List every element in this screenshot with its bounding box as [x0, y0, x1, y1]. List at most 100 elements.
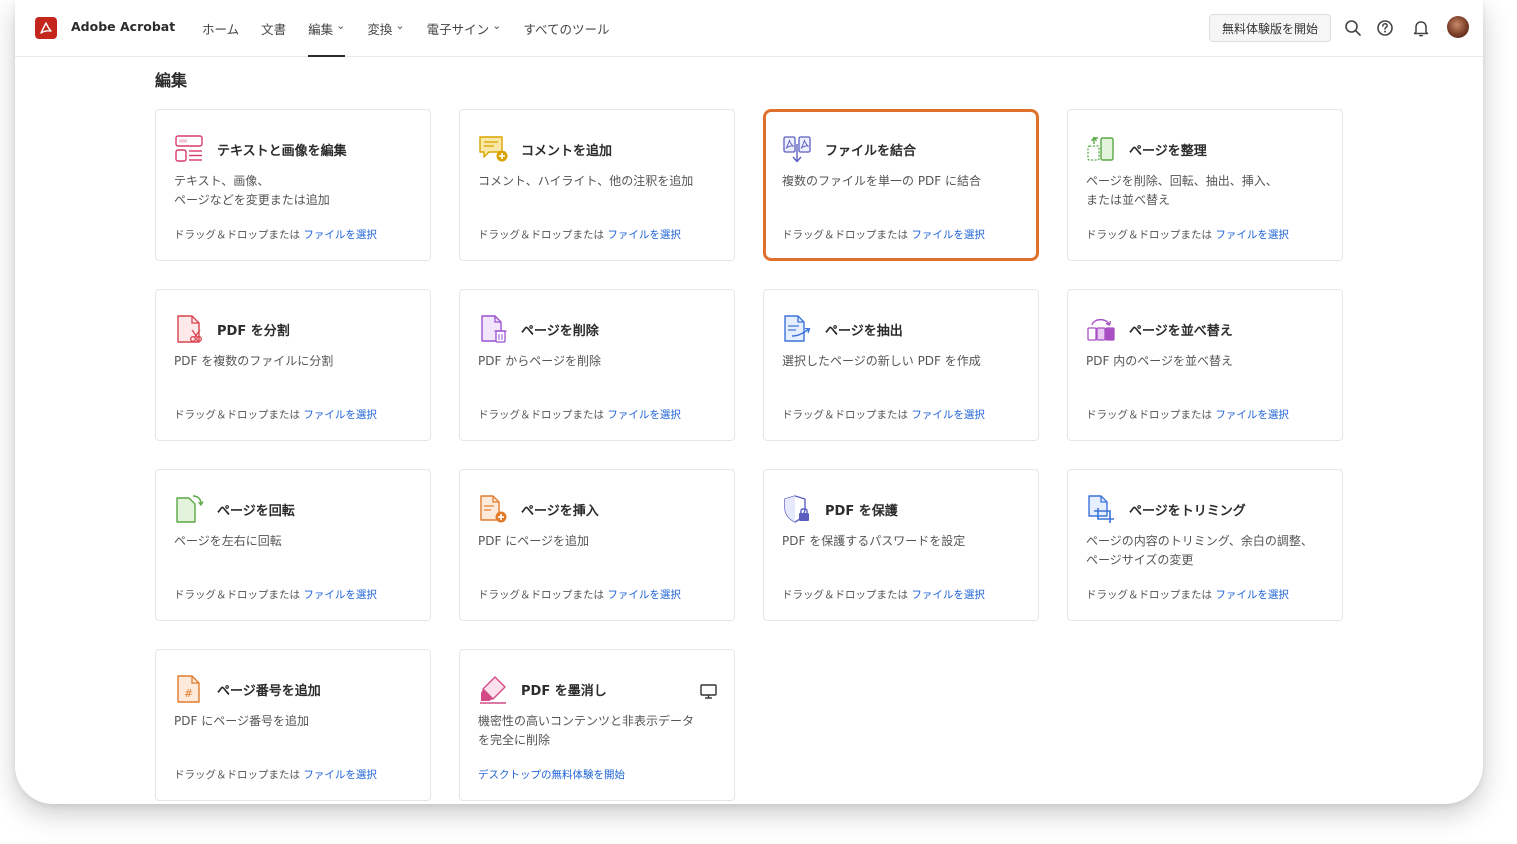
tool-title: ファイルを結合: [825, 144, 917, 159]
drop-zone-text: ドラッグ＆ドロップまたは ファイルを選択: [174, 227, 377, 242]
desktop-trial-link[interactable]: デスクトップの無料体験を開始: [478, 767, 625, 782]
tool-card-combine-files[interactable]: ファイルを結合複数のファイルを単一の PDF に結合 ドラッグ＆ドロップまたは フ…: [763, 109, 1039, 261]
drop-hint: ドラッグ＆ドロップまたは: [782, 229, 912, 241]
drop-hint: ドラッグ＆ドロップまたは: [174, 229, 304, 241]
drop-zone-text: ドラッグ＆ドロップまたは ファイルを選択: [1086, 407, 1289, 422]
tool-card-add-comment[interactable]: コメントを追加 コメント、ハイライト、他の注釈を追加 ドラッグ＆ドロップまたは ファ…: [459, 109, 735, 261]
tool-card-extract-pages[interactable]: ページを抽出選択したページの新しい PDF を作成 ドラッグ＆ドロップまたは ファ…: [763, 289, 1039, 441]
nav-item-4[interactable]: 電子サイン ⌄: [427, 0, 502, 57]
drop-hint: ドラッグ＆ドロップまたは: [1086, 589, 1216, 601]
nav-item-2[interactable]: 編集 ⌄: [308, 0, 346, 57]
tool-title: ページを削除: [521, 324, 599, 339]
add-comment-icon: [478, 134, 508, 164]
drop-zone-text: ドラッグ＆ドロップまたは ファイルを選択: [1086, 587, 1289, 602]
drop-hint: ドラッグ＆ドロップまたは: [174, 409, 304, 421]
extract-pages-icon: [782, 314, 812, 344]
tool-card-protect-pdf[interactable]: PDF を保護 PDF を保護するパスワードを設定 ドラッグ＆ドロップまたは ファイ…: [763, 469, 1039, 621]
tool-card-insert-pages[interactable]: ページを挿入 PDF にページを追加 ドラッグ＆ドロップまたは ファイルを選択: [459, 469, 735, 621]
select-file-link[interactable]: ファイルを選択: [1215, 229, 1289, 241]
crop-pages-icon: [1086, 494, 1116, 524]
tool-description: PDF を複数のファイルに分割: [174, 354, 334, 368]
tool-title: ページ番号を追加: [217, 684, 321, 699]
tool-title: ページを並べ替え: [1129, 324, 1233, 339]
drop-zone-text: ドラッグ＆ドロップまたは ファイルを選択: [1086, 227, 1289, 242]
tool-card-split-pdf[interactable]: PDF を分割 PDF を複数のファイルに分割 ドラッグ＆ドロップまたは ファイルを…: [155, 289, 431, 441]
tool-card-page-numbers[interactable]: # ページ番号を追加 PDF にページ番号を追加 ドラッグ＆ドロップまたは ファイルを…: [155, 649, 431, 801]
nav-item-label: 文書: [261, 22, 287, 37]
tool-title: テキストと画像を編集: [217, 144, 347, 159]
tool-description: ページを左右に回転: [174, 534, 282, 548]
nav-item-label: 変換: [367, 22, 393, 37]
drop-hint: ドラッグ＆ドロップまたは: [1086, 229, 1216, 241]
app-window: Adobe Acrobat ホーム 文書 編集 ⌄ 変換 ⌄ 電子サイン ⌄ すべてのツール 無…: [15, 0, 1483, 804]
desktop-monitor-icon: [700, 684, 717, 699]
select-file-link[interactable]: ファイルを選択: [1215, 589, 1289, 601]
drop-hint: ドラッグ＆ドロップまたは: [782, 409, 912, 421]
tool-description: PDF にページ番号を追加: [174, 714, 309, 728]
drop-zone-text: ドラッグ＆ドロップまたは ファイルを選択: [478, 407, 681, 422]
combine-files-icon: [782, 134, 812, 164]
tool-title: ページを回転: [217, 504, 295, 519]
tool-card-edit-text-image[interactable]: テキストと画像を編集テキスト、画像、 ページなどを変更または追加ドラッグ＆ドロップ…: [155, 109, 431, 261]
help-icon[interactable]: [1375, 18, 1395, 38]
select-file-link[interactable]: ファイルを選択: [911, 229, 985, 241]
tool-title: PDF を保護: [825, 504, 898, 519]
drop-hint: ドラッグ＆ドロップまたは: [478, 589, 608, 601]
select-file-link[interactable]: ファイルを選択: [607, 589, 681, 601]
drop-zone-text: ドラッグ＆ドロップまたは ファイルを選択: [478, 587, 681, 602]
drop-zone-text: ドラッグ＆ドロップまたは ファイルを選択: [174, 587, 377, 602]
tool-card-rotate-pages[interactable]: ページを回転ページを左右に回転ドラッグ＆ドロップまたは ファイルを選択: [155, 469, 431, 621]
search-icon[interactable]: [1343, 18, 1363, 38]
select-file-link[interactable]: ファイルを選択: [303, 409, 377, 421]
tool-description: 選択したページの新しい PDF を作成: [782, 354, 981, 368]
edit-text-image-icon: [174, 134, 204, 164]
nav-item-5[interactable]: すべてのツール: [523, 0, 609, 57]
tool-card-delete-pages[interactable]: ページを削除 PDF からページを削除ドラッグ＆ドロップまたは ファイルを選択: [459, 289, 735, 441]
acrobat-logo-icon[interactable]: [35, 17, 57, 39]
reorder-pages-icon: [1086, 314, 1116, 344]
drop-zone-text: ドラッグ＆ドロップまたは ファイルを選択: [478, 227, 681, 242]
protect-pdf-icon: [782, 494, 812, 524]
drop-hint: ドラッグ＆ドロップまたは: [782, 589, 912, 601]
start-trial-button[interactable]: 無料体験版を開始: [1209, 14, 1331, 42]
select-file-link[interactable]: ファイルを選択: [911, 589, 985, 601]
nav-item-3[interactable]: 変換 ⌄: [367, 0, 404, 57]
tool-title: PDF を墨消し: [521, 684, 607, 699]
tool-card-redact-pdf[interactable]: PDF を墨消し 機密性の高いコンテンツと非表示データ を完全に削除 デスクトップの無…: [459, 649, 735, 801]
split-pdf-icon: [174, 314, 204, 344]
tool-description: PDF からページを削除: [478, 354, 601, 368]
nav-item-1[interactable]: 文書: [261, 0, 286, 57]
tool-card-crop-pages[interactable]: ページをトリミング ページの内容のトリミング、余白の調整、 ページサイズの変更 ドラッ…: [1067, 469, 1343, 621]
drop-hint: ドラッグ＆ドロップまたは: [174, 769, 304, 781]
select-file-link[interactable]: ファイルを選択: [607, 409, 681, 421]
select-file-link[interactable]: ファイルを選択: [607, 229, 681, 241]
drop-hint: ドラッグ＆ドロップまたは: [1086, 409, 1216, 421]
select-file-link[interactable]: ファイルを選択: [911, 409, 985, 421]
select-file-link[interactable]: ファイルを選択: [303, 589, 377, 601]
tool-description: ページの内容のトリミング、余白の調整、 ページサイズの変更: [1086, 534, 1313, 567]
tool-card-reorder-pages[interactable]: ページを並べ替え PDF 内のページを並べ替え ドラッグ＆ドロップまたは ファイルを…: [1067, 289, 1343, 441]
drop-zone-text: ドラッグ＆ドロップまたは ファイルを選択: [782, 407, 985, 422]
nav-item-label: 編集: [308, 22, 334, 37]
select-file-link[interactable]: ファイルを選択: [1215, 409, 1289, 421]
nav-item-0[interactable]: ホーム: [202, 0, 239, 57]
chevron-down-icon: ⌄: [492, 19, 502, 32]
tool-description: コメント、ハイライト、他の注釈を追加: [478, 174, 694, 188]
tool-title: PDF を分割: [217, 324, 290, 339]
chevron-down-icon: ⌄: [395, 19, 405, 32]
drop-zone-text: ドラッグ＆ドロップまたは ファイルを選択: [174, 407, 377, 422]
tool-description: テキスト、画像、 ページなどを変更または追加: [174, 174, 330, 207]
app-name[interactable]: Adobe Acrobat: [71, 19, 175, 34]
delete-pages-icon: [478, 314, 508, 344]
select-file-link[interactable]: ファイルを選択: [303, 229, 377, 241]
nav-item-label: 電子サイン: [426, 22, 490, 37]
avatar[interactable]: [1447, 16, 1469, 38]
chevron-down-icon: ⌄: [336, 19, 346, 32]
svg-text:#: #: [184, 687, 193, 700]
tool-title: ページを抽出: [825, 324, 903, 339]
select-file-link[interactable]: ファイルを選択: [303, 769, 377, 781]
tool-card-organize-pages[interactable]: ページを整理 ページを削除、回転、抽出、挿入、 または並べ替え ドラッグ＆ドロップまた…: [1067, 109, 1343, 261]
bell-icon[interactable]: [1411, 18, 1431, 38]
tool-description: 複数のファイルを単一の PDF に結合: [782, 174, 982, 188]
tool-description: PDF にページを追加: [478, 534, 589, 548]
